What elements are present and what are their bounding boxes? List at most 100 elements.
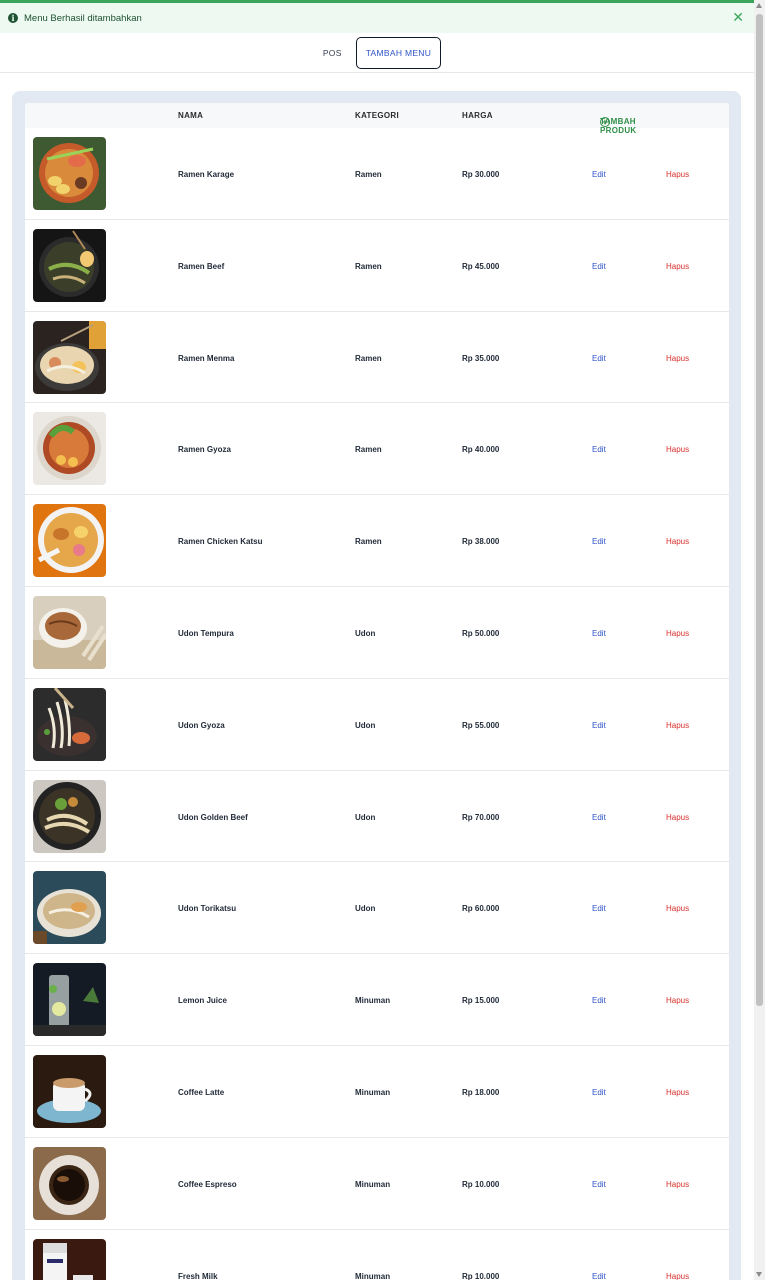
product-name: Ramen Menma — [178, 353, 235, 363]
header-nama: NAMA — [178, 111, 204, 120]
delete-button[interactable]: Hapus — [666, 996, 689, 1005]
table-row: Ramen Gyoza Ramen Rp 40.000 Edit Hapus — [25, 403, 729, 496]
table-header: NAMA KATEGORI HARGA + TAMBAH PRODUK — [25, 103, 729, 135]
delete-button[interactable]: Hapus — [666, 1088, 689, 1097]
product-image — [33, 1238, 106, 1280]
product-image — [33, 687, 106, 761]
product-category: Minuman — [355, 1087, 391, 1097]
edit-button[interactable]: Edit — [592, 1180, 606, 1189]
product-image — [33, 963, 106, 1037]
product-price: Rp 55.000 — [462, 720, 500, 730]
edit-button[interactable]: Edit — [592, 354, 606, 363]
header-kategori: KATEGORI — [355, 111, 400, 120]
product-category: Ramen — [355, 445, 382, 455]
delete-button[interactable]: Hapus — [666, 537, 689, 546]
menu-table: NAMA KATEGORI HARGA + TAMBAH PRODUK Rame… — [25, 103, 729, 1280]
scrollbar-thumb[interactable] — [756, 14, 763, 1006]
table-row: Udon Gyoza Udon Rp 55.000 Edit Hapus — [25, 679, 729, 771]
delete-button[interactable]: Hapus — [666, 354, 689, 363]
edit-button[interactable]: Edit — [592, 262, 606, 271]
header-harga: HARGA — [462, 111, 493, 120]
product-price: Rp 10.000 — [462, 1179, 500, 1189]
product-image — [33, 228, 106, 302]
product-category: Udon — [355, 812, 376, 822]
scroll-up-arrow-icon[interactable] — [756, 3, 762, 8]
product-price: Rp 60.000 — [462, 904, 500, 914]
delete-button[interactable]: Hapus — [666, 721, 689, 730]
table-row: Ramen Beef Ramen Rp 45.000 Edit Hapus — [25, 220, 729, 312]
tab-pos[interactable]: POS — [313, 37, 352, 69]
product-image — [33, 779, 106, 853]
product-image — [33, 412, 106, 486]
product-name: Ramen Gyoza — [178, 445, 231, 455]
edit-button[interactable]: Edit — [592, 721, 606, 730]
product-image — [33, 871, 106, 945]
delete-button[interactable]: Hapus — [666, 629, 689, 638]
product-name: Udon Tempura — [178, 628, 234, 638]
product-price: Rp 30.000 — [462, 170, 500, 179]
product-category: Minuman — [355, 1179, 391, 1189]
product-name: Udon Golden Beef — [178, 812, 248, 822]
table-row: Ramen Menma Ramen Rp 35.000 Edit Hapus — [25, 312, 729, 404]
product-price: Rp 15.000 — [462, 996, 500, 1006]
tab-tambah-menu[interactable]: TAMBAH MENU — [355, 36, 442, 69]
delete-button[interactable]: Hapus — [666, 904, 689, 913]
product-category: Ramen — [355, 353, 382, 363]
product-category: Ramen — [355, 170, 382, 179]
product-category: Ramen — [355, 537, 382, 547]
product-image — [33, 504, 106, 578]
product-category: Minuman — [355, 996, 391, 1006]
product-price: Rp 70.000 — [462, 812, 500, 822]
product-category: Udon — [355, 904, 376, 914]
delete-button[interactable]: Hapus — [666, 1272, 689, 1280]
delete-button[interactable]: Hapus — [666, 170, 689, 179]
delete-button[interactable]: Hapus — [666, 445, 689, 454]
product-category: Udon — [355, 628, 376, 638]
scroll-down-arrow-icon[interactable] — [756, 1272, 762, 1277]
product-category: Udon — [355, 720, 376, 730]
edit-button[interactable]: Edit — [592, 445, 606, 454]
edit-button[interactable]: Edit — [592, 1272, 606, 1280]
product-name: Udon Gyoza — [178, 720, 225, 730]
table-row: Coffee Espreso Minuman Rp 10.000 Edit Hapus — [25, 1138, 729, 1230]
product-price: Rp 40.000 — [462, 445, 500, 455]
tab-bar: POS TAMBAH MENU — [0, 33, 754, 73]
product-price: Rp 10.000 — [462, 1271, 500, 1280]
table-row: Fresh Milk Minuman Rp 10.000 Edit Hapus — [25, 1230, 729, 1280]
product-name: Lemon Juice — [178, 996, 227, 1006]
table-row: Ramen Karage Ramen Rp 30.000 Edit Hapus — [25, 128, 729, 220]
product-price: Rp 38.000 — [462, 537, 500, 547]
delete-button[interactable]: Hapus — [666, 262, 689, 271]
table-row: Lemon Juice Minuman Rp 15.000 Edit Hapus — [25, 954, 729, 1046]
product-name: Ramen Chicken Katsu — [178, 537, 263, 547]
edit-button[interactable]: Edit — [592, 170, 606, 179]
edit-button[interactable]: Edit — [592, 1088, 606, 1097]
edit-button[interactable]: Edit — [592, 813, 606, 822]
close-icon[interactable]: ✕ — [732, 10, 744, 24]
product-name: Ramen Karage — [178, 170, 235, 179]
table-body: Ramen Karage Ramen Rp 30.000 Edit Hapus Ramen… — [25, 128, 729, 1280]
product-price: Rp 50.000 — [462, 628, 500, 638]
delete-button[interactable]: Hapus — [666, 1180, 689, 1189]
delete-button[interactable]: Hapus — [666, 813, 689, 822]
product-image — [33, 137, 106, 210]
edit-button[interactable]: Edit — [592, 904, 606, 913]
product-price: Rp 35.000 — [462, 353, 500, 363]
product-image — [33, 320, 106, 394]
edit-button[interactable]: Edit — [592, 629, 606, 638]
info-icon: i — [8, 13, 18, 23]
table-row: Ramen Chicken Katsu Ramen Rp 38.000 Edit Hap… — [25, 495, 729, 587]
product-name: Coffee Espreso — [178, 1179, 237, 1189]
product-category: Ramen — [355, 261, 382, 271]
product-image — [33, 1146, 106, 1220]
table-row: Udon Torikatsu Udon Rp 60.000 Edit Hapus — [25, 862, 729, 955]
table-row: Udon Tempura Udon Rp 50.000 Edit Hapus — [25, 587, 729, 679]
edit-button[interactable]: Edit — [592, 996, 606, 1005]
alert-message: Menu Berhasil ditambahkan — [24, 12, 142, 24]
success-alert: i Menu Berhasil ditambahkan ✕ — [0, 3, 754, 33]
product-price: Rp 45.000 — [462, 261, 500, 271]
edit-button[interactable]: Edit — [592, 537, 606, 546]
product-image — [33, 1054, 106, 1128]
product-name: Fresh Milk — [178, 1271, 218, 1280]
table-row: Udon Golden Beef Udon Rp 70.000 Edit Hapus — [25, 771, 729, 863]
